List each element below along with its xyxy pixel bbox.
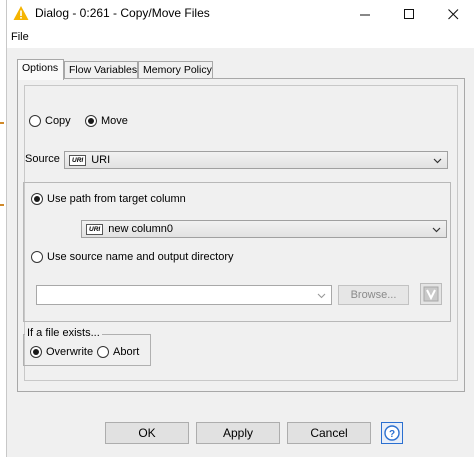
use-path-radio[interactable]: Use path from target column	[31, 193, 186, 205]
tab-options[interactable]: Options	[17, 59, 64, 80]
target-column-combo[interactable]: URI new column0	[81, 220, 447, 238]
maximize-icon	[403, 8, 414, 19]
radio-circle-selected	[30, 346, 42, 358]
menu-bar: File	[7, 28, 474, 48]
flow-variable-button[interactable]	[420, 283, 442, 305]
move-radio[interactable]: Move	[85, 115, 128, 127]
chevron-down-icon	[433, 158, 442, 164]
radio-circle-selected	[85, 115, 97, 127]
overwrite-label: Overwrite	[46, 346, 94, 358]
background-mark	[0, 204, 4, 206]
cancel-label: Cancel	[310, 426, 348, 440]
background-mark	[0, 122, 4, 124]
cancel-button[interactable]: Cancel	[287, 422, 371, 444]
svg-text:?: ?	[389, 429, 395, 440]
browse-button[interactable]: Browse...	[338, 285, 409, 305]
radio-circle	[29, 115, 41, 127]
source-value: URI	[91, 154, 111, 166]
if-exists-legend: If a file exists...	[25, 327, 102, 339]
help-icon: ?	[384, 425, 400, 441]
target-column-value: new column0	[108, 223, 174, 235]
copy-label: Copy	[45, 115, 71, 127]
warning-triangle-icon	[13, 6, 29, 20]
tab-label: Memory Policy	[143, 64, 212, 76]
close-icon	[447, 8, 458, 19]
uri-type-icon: URI	[69, 154, 87, 166]
tab-flow-variables[interactable]: Flow Variables	[64, 61, 138, 79]
apply-label: Apply	[222, 426, 254, 440]
overwrite-radio[interactable]: Overwrite	[30, 346, 93, 358]
maximize-button[interactable]	[387, 0, 431, 28]
tab-memory-policy[interactable]: Memory Policy	[138, 61, 213, 79]
chevron-down-icon	[432, 227, 441, 233]
window-title: Dialog - 0:261 - Copy/Move Files	[35, 6, 210, 20]
browse-label: Browse...	[350, 289, 397, 301]
ok-button[interactable]: OK	[105, 422, 189, 444]
copy-radio[interactable]: Copy	[29, 115, 71, 127]
output-directory-input[interactable]	[36, 285, 332, 305]
close-button[interactable]	[431, 0, 474, 28]
use-source-name-radio[interactable]: Use source name and output directory	[31, 251, 234, 263]
tab-label: Flow Variables	[69, 64, 138, 76]
radio-circle	[97, 346, 109, 358]
help-button[interactable]: ?	[381, 422, 403, 444]
radio-circle	[31, 251, 43, 263]
abort-label: Abort	[113, 346, 140, 358]
dialog-window: Dialog - 0:261 - Copy/Move Files File Op…	[6, 0, 474, 457]
uri-type-icon: URI	[86, 223, 104, 235]
menu-file[interactable]: File	[11, 31, 29, 43]
abort-radio[interactable]: Abort	[97, 346, 139, 358]
flow-variable-icon	[423, 286, 439, 302]
use-path-label: Use path from target column	[47, 193, 186, 205]
chevron-down-icon	[317, 293, 326, 299]
ok-label: OK	[138, 426, 156, 440]
radio-circle-selected	[31, 193, 43, 205]
title-bar: Dialog - 0:261 - Copy/Move Files	[7, 0, 474, 28]
use-source-name-label: Use source name and output directory	[47, 251, 234, 263]
minimize-button[interactable]	[343, 0, 387, 28]
source-combo[interactable]: URI URI	[64, 151, 448, 169]
tab-label: Options	[22, 62, 59, 74]
apply-button[interactable]: Apply	[196, 422, 280, 444]
minimize-icon	[359, 14, 370, 15]
move-label: Move	[101, 115, 128, 127]
source-label: Source	[25, 153, 60, 165]
